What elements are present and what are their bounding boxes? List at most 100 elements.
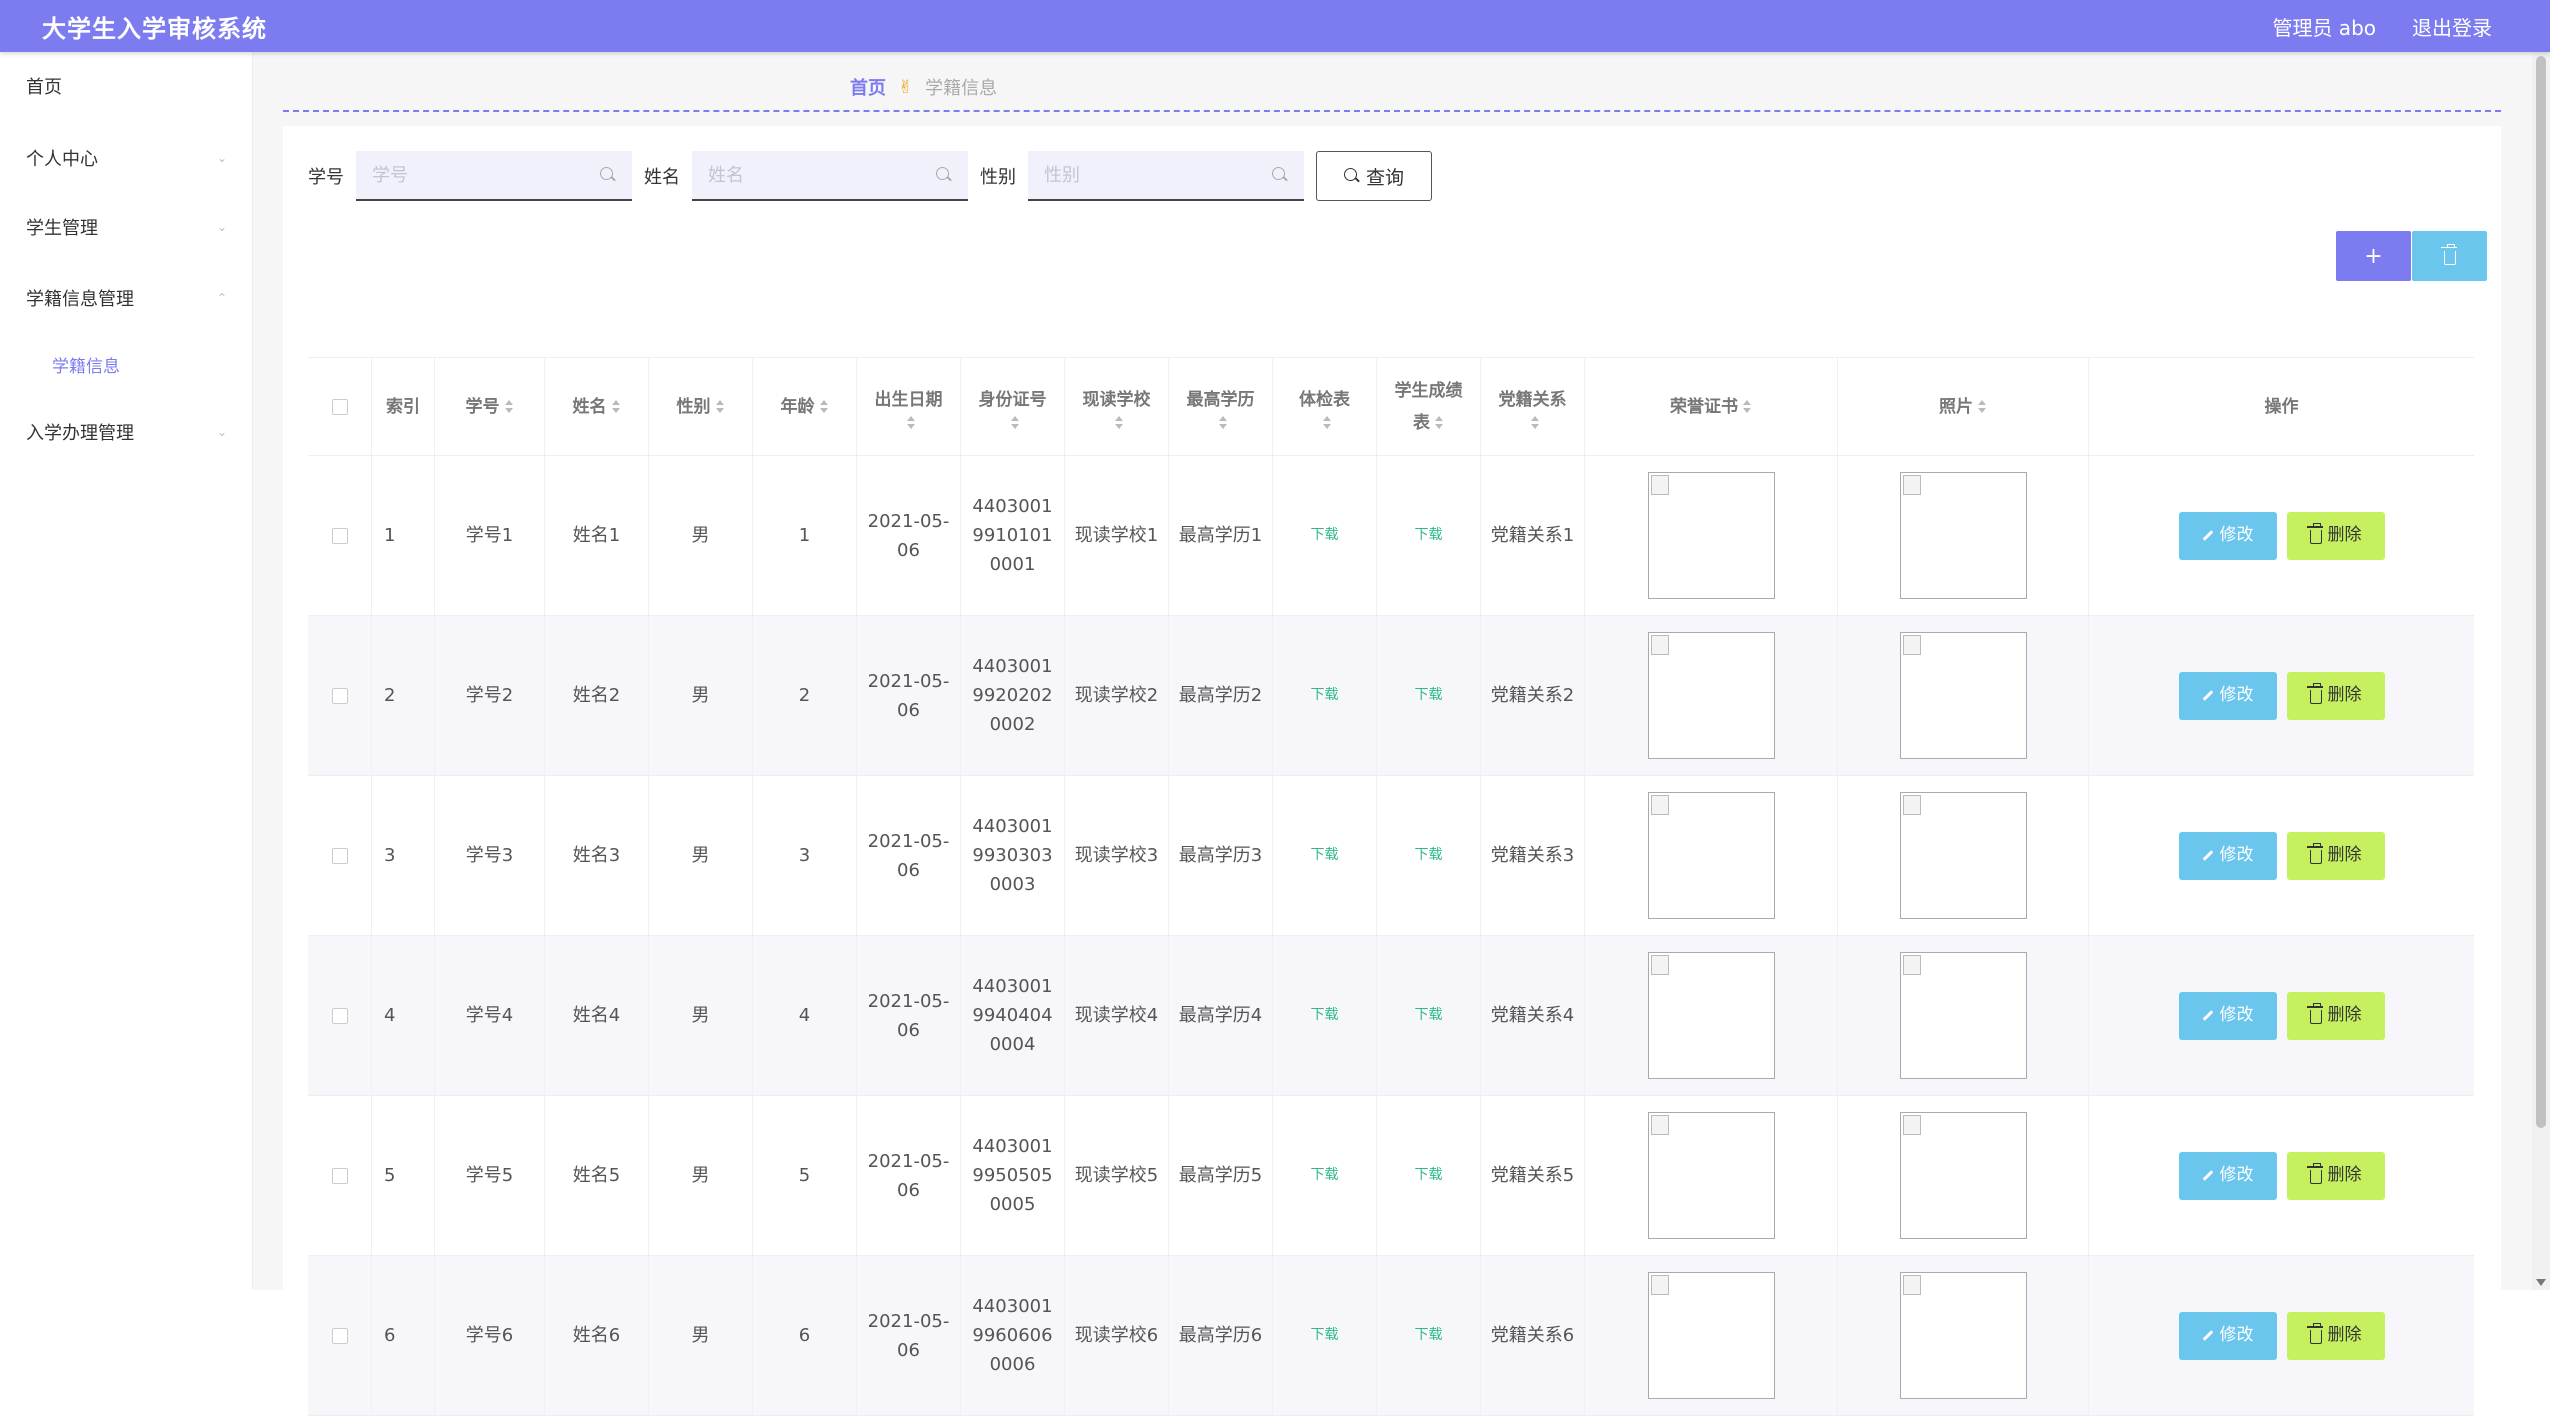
- honor-certificate-image[interactable]: [1647, 472, 1775, 599]
- physical-download-link[interactable]: 下载: [1311, 841, 1339, 870]
- edit-button[interactable]: 修改: [2178, 831, 2277, 880]
- sort-icon[interactable]: [906, 415, 916, 430]
- sidebar-item-home[interactable]: 首页: [0, 66, 253, 106]
- physical-download-link[interactable]: 下载: [1311, 1161, 1339, 1190]
- honor-certificate-image[interactable]: [1647, 632, 1775, 759]
- physical-download-link[interactable]: 下载: [1311, 1001, 1339, 1030]
- sort-icon[interactable]: [611, 399, 621, 414]
- photo-image[interactable]: [1899, 1112, 2027, 1239]
- physical-download-link[interactable]: 下载: [1311, 521, 1339, 550]
- query-button[interactable]: 查询: [1316, 151, 1432, 201]
- scroll-down-arrow[interactable]: [2536, 1279, 2546, 1286]
- header-birth[interactable]: 出生日期: [857, 358, 961, 455]
- row-checkbox[interactable]: [331, 1007, 348, 1024]
- edit-button-label: 修改: [2219, 1165, 2254, 1185]
- honor-certificate-image[interactable]: [1647, 1272, 1775, 1399]
- physical-download-link[interactable]: 下载: [1311, 681, 1339, 710]
- header-honor[interactable]: 荣誉证书: [1585, 358, 1838, 455]
- sort-icon[interactable]: [504, 399, 514, 414]
- sidebar-item-enrollment-info-management[interactable]: 学籍信息管理 ⌃: [0, 278, 253, 318]
- sort-icon[interactable]: [1742, 399, 1752, 414]
- header-age[interactable]: 年龄: [753, 358, 857, 455]
- header-grades[interactable]: 学生成绩表: [1377, 358, 1481, 455]
- batch-delete-button[interactable]: [2412, 231, 2487, 281]
- row-checkbox[interactable]: [331, 527, 348, 544]
- xuehao-input[interactable]: [372, 164, 572, 186]
- photo-image[interactable]: [1899, 952, 2027, 1079]
- edit-button[interactable]: 修改: [2178, 1151, 2277, 1200]
- photo-image[interactable]: [1899, 792, 2027, 919]
- header-school[interactable]: 现读学校: [1065, 358, 1169, 455]
- delete-button[interactable]: 删除: [2286, 1151, 2385, 1200]
- delete-button[interactable]: 删除: [2286, 1311, 2385, 1360]
- edit-button[interactable]: 修改: [2178, 1311, 2277, 1360]
- sidebar-item-enrollment-info[interactable]: 学籍信息: [0, 344, 253, 384]
- sort-icon[interactable]: [1977, 399, 1987, 414]
- delete-button[interactable]: 删除: [2286, 511, 2385, 560]
- honor-certificate-image[interactable]: [1647, 952, 1775, 1079]
- grades-download-link[interactable]: 下载: [1415, 521, 1443, 550]
- breadcrumb-home[interactable]: 首页: [850, 74, 886, 100]
- grades-download-link[interactable]: 下载: [1415, 681, 1443, 710]
- grades-download-link[interactable]: 下载: [1415, 1321, 1443, 1350]
- table-cell: [308, 1256, 372, 1415]
- row-checkbox[interactable]: [331, 1167, 348, 1184]
- select-all-checkbox[interactable]: [331, 398, 348, 415]
- sort-icon[interactable]: [715, 399, 725, 414]
- sort-icon[interactable]: [1434, 415, 1444, 430]
- table-cell: 下载: [1377, 936, 1481, 1095]
- cell-gender: 男: [691, 1325, 710, 1346]
- table-cell: 姓名1: [545, 456, 649, 615]
- header-party[interactable]: 党籍关系: [1481, 358, 1585, 455]
- name-input[interactable]: [708, 164, 908, 186]
- sidebar-item-admission-management[interactable]: 入学办理管理 ⌄: [0, 412, 253, 452]
- trash-icon: [2306, 1323, 2323, 1344]
- header-gender[interactable]: 性别: [649, 358, 753, 455]
- photo-image[interactable]: [1899, 472, 2027, 599]
- edit-button[interactable]: 修改: [2178, 991, 2277, 1040]
- gender-input[interactable]: [1044, 164, 1244, 186]
- sort-icon[interactable]: [1322, 415, 1332, 430]
- header-name[interactable]: 姓名: [545, 358, 649, 455]
- logout-link[interactable]: 退出登录: [2412, 12, 2492, 41]
- user-name[interactable]: 管理员 abo: [2272, 12, 2376, 41]
- grades-download-link[interactable]: 下载: [1415, 1161, 1443, 1190]
- header-photo[interactable]: 照片: [1838, 358, 2089, 455]
- xuehao-field: [356, 151, 632, 201]
- edit-button-label: 修改: [2219, 685, 2254, 705]
- header-xuehao[interactable]: 学号: [435, 358, 545, 455]
- row-checkbox[interactable]: [331, 687, 348, 704]
- grades-download-link[interactable]: 下载: [1415, 841, 1443, 870]
- row-checkbox[interactable]: [331, 847, 348, 864]
- sort-icon[interactable]: [1010, 415, 1020, 430]
- cell-school: 现读学校6: [1074, 1325, 1159, 1346]
- honor-certificate-image[interactable]: [1647, 1112, 1775, 1239]
- sort-icon[interactable]: [1530, 415, 1540, 430]
- edit-button[interactable]: 修改: [2178, 671, 2277, 720]
- cell-school: 现读学校1: [1074, 525, 1159, 546]
- sort-icon[interactable]: [1114, 415, 1124, 430]
- delete-button[interactable]: 删除: [2286, 831, 2385, 880]
- scrollbar-thumb[interactable]: [2536, 56, 2546, 1128]
- photo-image[interactable]: [1899, 632, 2027, 759]
- scrollbar[interactable]: [2532, 52, 2550, 1290]
- table-cell: 2021-05-06: [857, 936, 961, 1095]
- row-checkbox[interactable]: [331, 1327, 348, 1344]
- sidebar-item-student-management[interactable]: 学生管理 ⌄: [0, 207, 253, 247]
- cell-xuehao: 学号3: [465, 845, 514, 866]
- sort-icon[interactable]: [819, 399, 829, 414]
- sidebar-item-personal-center[interactable]: 个人中心 ⌄: [0, 138, 253, 178]
- delete-button[interactable]: 删除: [2286, 991, 2385, 1040]
- honor-certificate-image[interactable]: [1647, 792, 1775, 919]
- table-cell: 2021-05-06: [857, 776, 961, 935]
- delete-button[interactable]: 删除: [2286, 671, 2385, 720]
- header-degree[interactable]: 最高学历: [1169, 358, 1273, 455]
- photo-image[interactable]: [1899, 1272, 2027, 1399]
- physical-download-link[interactable]: 下载: [1311, 1321, 1339, 1350]
- header-idcard[interactable]: 身份证号: [961, 358, 1065, 455]
- sort-icon[interactable]: [1218, 415, 1228, 430]
- header-physical[interactable]: 体检表: [1273, 358, 1377, 455]
- add-button[interactable]: +: [2336, 231, 2411, 281]
- edit-button[interactable]: 修改: [2178, 511, 2277, 560]
- grades-download-link[interactable]: 下载: [1415, 1001, 1443, 1030]
